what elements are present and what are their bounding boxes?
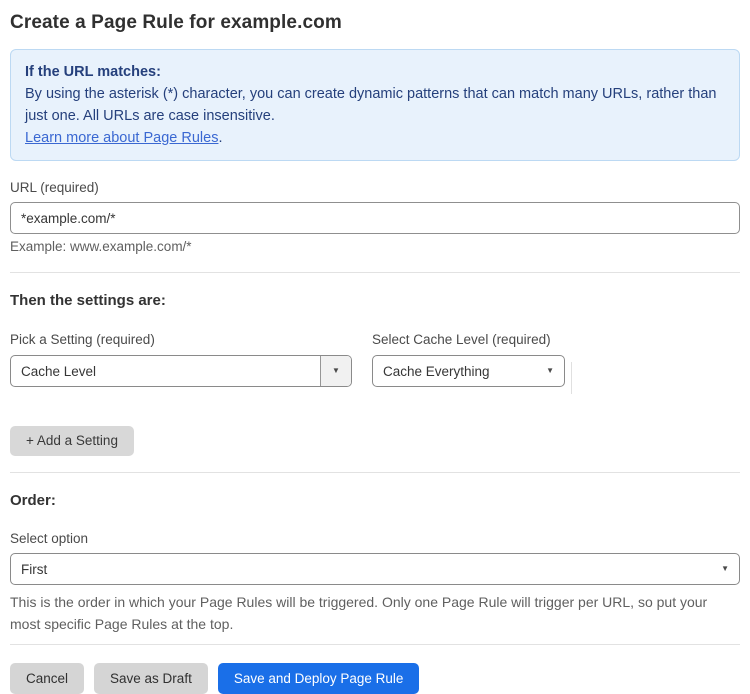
setting-picker-column: Pick a Setting (required) Cache Level ▼ — [10, 332, 352, 387]
cache-level-value: Cache Everything — [383, 363, 490, 379]
save-and-deploy-button[interactable]: Save and Deploy Page Rule — [217, 663, 420, 694]
url-field-label: URL (required) — [10, 180, 99, 195]
order-dropdown[interactable]: First ▼ — [10, 553, 740, 585]
divider — [10, 272, 740, 273]
link-period: . — [218, 130, 223, 146]
learn-more-link[interactable]: Learn more about Page Rules — [25, 130, 218, 146]
cache-level-dropdown[interactable]: Cache Everything ▼ — [372, 355, 565, 387]
url-input[interactable] — [10, 202, 740, 234]
info-box-heading: If the URL matches: — [25, 64, 161, 80]
setting-picker-value: Cache Level — [21, 363, 97, 379]
info-box-body: By using the asterisk (*) character, you… — [25, 86, 717, 124]
add-setting-button[interactable]: + Add a Setting — [10, 426, 134, 456]
setting-picker-label: Pick a Setting (required) — [10, 332, 155, 347]
page-title: Create a Page Rule for example.com — [10, 12, 342, 33]
info-box-link-line: Learn more about Page Rules. — [25, 127, 725, 149]
save-as-draft-button[interactable]: Save as Draft — [94, 663, 208, 694]
order-selected-value: First — [21, 561, 48, 577]
divider — [10, 644, 740, 645]
order-helper-text: This is the order in which your Page Rul… — [10, 594, 708, 632]
settings-section-heading: Then the settings are: — [10, 292, 166, 309]
cache-level-picker-column: Select Cache Level (required) Cache Ever… — [372, 332, 565, 387]
setting-row-separator — [571, 362, 572, 394]
order-select-label: Select option — [10, 531, 89, 546]
dropdown-arrow-button[interactable]: ▼ — [320, 356, 351, 386]
settings-row: Pick a Setting (required) Cache Level ▼ … — [10, 332, 740, 394]
setting-picker-dropdown[interactable]: Cache Level ▼ — [10, 355, 352, 387]
chevron-down-icon: ▼ — [332, 366, 340, 375]
footer-actions: Cancel Save as Draft Save and Deploy Pag… — [10, 663, 740, 694]
url-field-helper: Example: www.example.com/* — [10, 239, 192, 254]
divider — [10, 472, 740, 473]
chevron-down-icon: ▼ — [721, 564, 729, 573]
cancel-button[interactable]: Cancel — [10, 663, 85, 694]
chevron-down-icon: ▼ — [546, 366, 554, 375]
order-section-heading: Order: — [10, 492, 56, 509]
cache-level-picker-label: Select Cache Level (required) — [372, 332, 551, 347]
url-matches-info-box: If the URL matches: By using the asteris… — [10, 49, 740, 161]
